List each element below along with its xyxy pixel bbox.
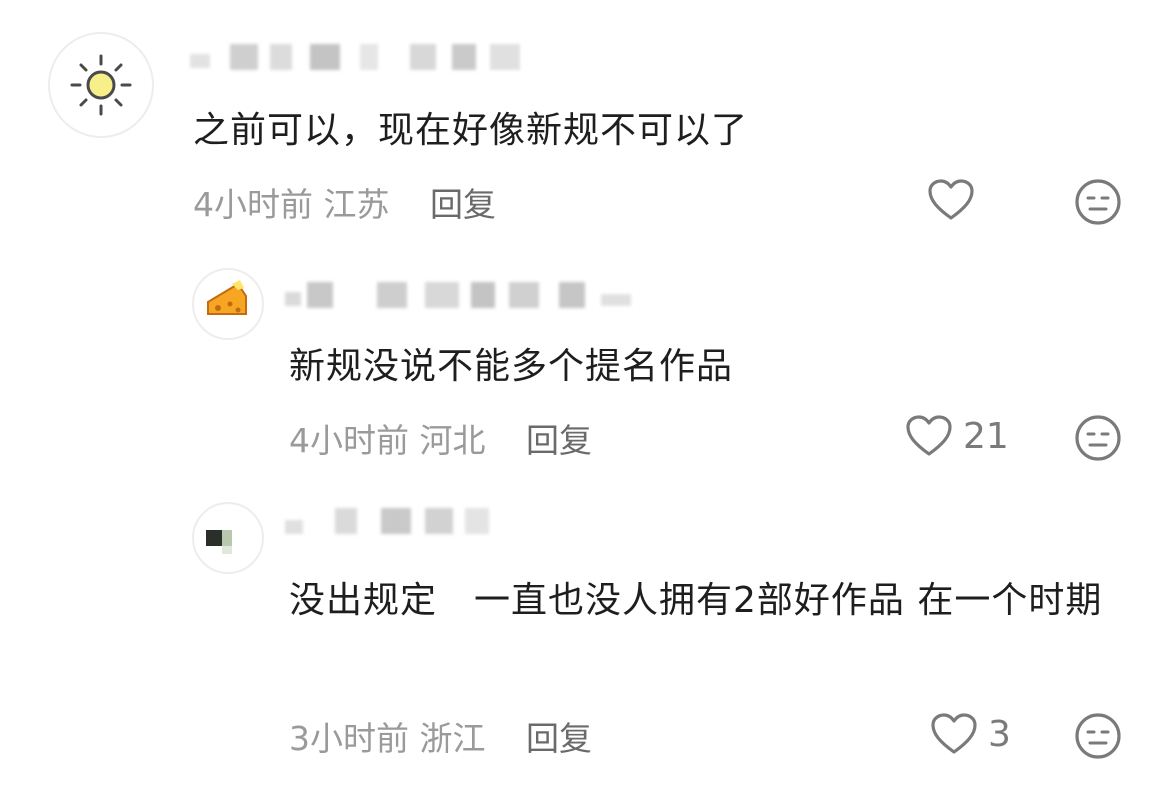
comment-text: 新规没说不能多个提名作品 [289,346,734,387]
avatar[interactable] [192,268,264,340]
dislike-button[interactable] [1074,414,1122,466]
comment-time: 4小时前 [193,185,313,224]
pixel-avatar [206,530,232,554]
comment-meta: 4小时前 江苏 回复 [193,178,496,226]
comment-item: 新规没说不能多个提名作品 4小时前 河北 回复 21 [0,240,1170,490]
meh-face-icon [1075,179,1121,225]
dislike-button[interactable] [1074,178,1122,230]
avatar[interactable] [192,502,264,574]
comment-time: 4小时前 [289,421,409,460]
username-blurred[interactable] [285,508,505,534]
comment-item: 之前可以，现在好像新规不可以了 4小时前 江苏 回复 [0,0,1170,240]
comment-location: 江苏 [323,185,390,224]
comment-location: 浙江 [419,719,486,758]
heart-outline-icon [906,415,952,456]
comment-meta: 4小时前 河北 回复 [289,414,592,462]
heart-outline-icon [928,179,974,220]
comment-text: 没出规定 一直也没人拥有2部好作品 在一个时期 [289,580,1103,621]
username-blurred[interactable] [190,44,530,70]
comment-text: 之前可以，现在好像新规不可以了 [193,110,749,151]
comment-item: 没出规定 一直也没人拥有2部好作品 在一个时期 3小时前 浙江 回复 3 [0,490,1170,789]
comment-meta: 3小时前 浙江 回复 [289,712,592,760]
avatar[interactable] [48,32,154,138]
meh-face-icon [1075,415,1121,461]
reply-button[interactable]: 回复 [526,719,592,758]
heart-outline-icon [931,713,977,754]
cheese-icon [207,280,247,315]
like-count: 3 [988,713,1011,755]
reply-button[interactable]: 回复 [430,185,496,224]
like-button[interactable]: 3 [930,712,1011,756]
comment-time: 3小时前 [289,719,409,758]
username-blurred[interactable] [285,282,635,308]
meh-face-icon [1075,713,1121,759]
reply-button[interactable]: 回复 [526,421,592,460]
comment-location: 河北 [419,421,486,460]
dislike-button[interactable] [1074,712,1122,764]
like-button[interactable] [927,178,985,222]
sun-icon [70,54,132,116]
like-count: 21 [963,415,1009,457]
like-button[interactable]: 21 [905,414,1009,458]
